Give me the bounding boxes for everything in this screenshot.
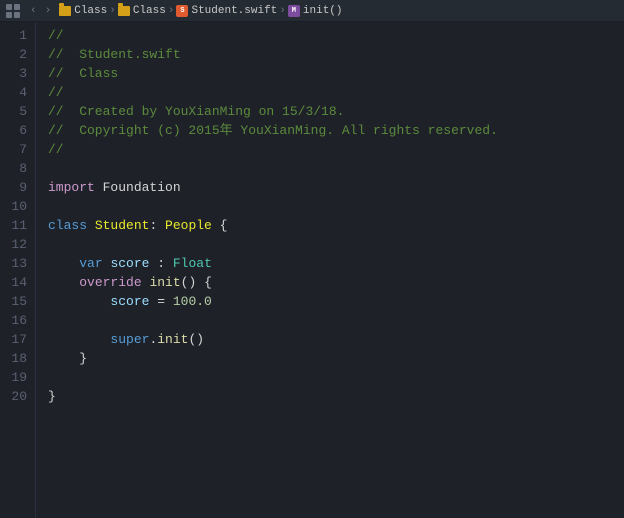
grid-icon[interactable] (6, 4, 20, 18)
code-line (48, 235, 624, 254)
breadcrumb-item-4[interactable]: M init() (288, 5, 343, 17)
folder-icon-2 (118, 6, 130, 16)
breadcrumb-item-2[interactable]: Class (118, 5, 166, 17)
code-line: // Student.swift (48, 45, 624, 64)
breadcrumb-sep-1: › (109, 5, 116, 17)
code-line (48, 368, 624, 387)
breadcrumb-sep-3: › (279, 5, 286, 17)
top-bar-left: ‹ › (6, 4, 53, 18)
code-line: import Foundation (48, 178, 624, 197)
code-line (48, 159, 624, 178)
code-line: override init() { (48, 273, 624, 292)
editor: 1234567891011121314151617181920 //// Stu… (0, 22, 624, 518)
breadcrumb-label-4: init() (303, 5, 343, 17)
code-line (48, 197, 624, 216)
code-line: } (48, 349, 624, 368)
code-line: var score : Float (48, 254, 624, 273)
swift-file-icon: S (176, 5, 188, 17)
breadcrumb-label-2: Class (133, 5, 166, 17)
breadcrumb-label-1: Class (74, 5, 107, 17)
top-bar: ‹ › Class › Class › S Student.swift › M … (0, 0, 624, 22)
code-line: // (48, 83, 624, 102)
code-line: // (48, 26, 624, 45)
back-button[interactable]: ‹ (28, 5, 39, 17)
code-line: // Copyright (c) 2015年 YouXianMing. All … (48, 121, 624, 140)
code-content[interactable]: //// Student.swift// Class//// Created b… (36, 22, 624, 518)
breadcrumb: Class › Class › S Student.swift › M init… (59, 5, 342, 17)
code-line: // Created by YouXianMing on 15/3/18. (48, 102, 624, 121)
forward-button[interactable]: › (43, 5, 54, 17)
breadcrumb-item-3[interactable]: S Student.swift (176, 5, 277, 17)
method-icon: M (288, 5, 300, 17)
code-line: class Student: People { (48, 216, 624, 235)
code-line: // Class (48, 64, 624, 83)
code-line: super.init() (48, 330, 624, 349)
breadcrumb-sep-2: › (168, 5, 175, 17)
code-line: // (48, 140, 624, 159)
folder-icon-1 (59, 6, 71, 16)
breadcrumb-item-1[interactable]: Class (59, 5, 107, 17)
breadcrumb-label-3: Student.swift (191, 5, 277, 17)
line-numbers: 1234567891011121314151617181920 (0, 22, 36, 518)
code-line: } (48, 387, 624, 406)
code-line (48, 311, 624, 330)
code-line: score = 100.0 (48, 292, 624, 311)
